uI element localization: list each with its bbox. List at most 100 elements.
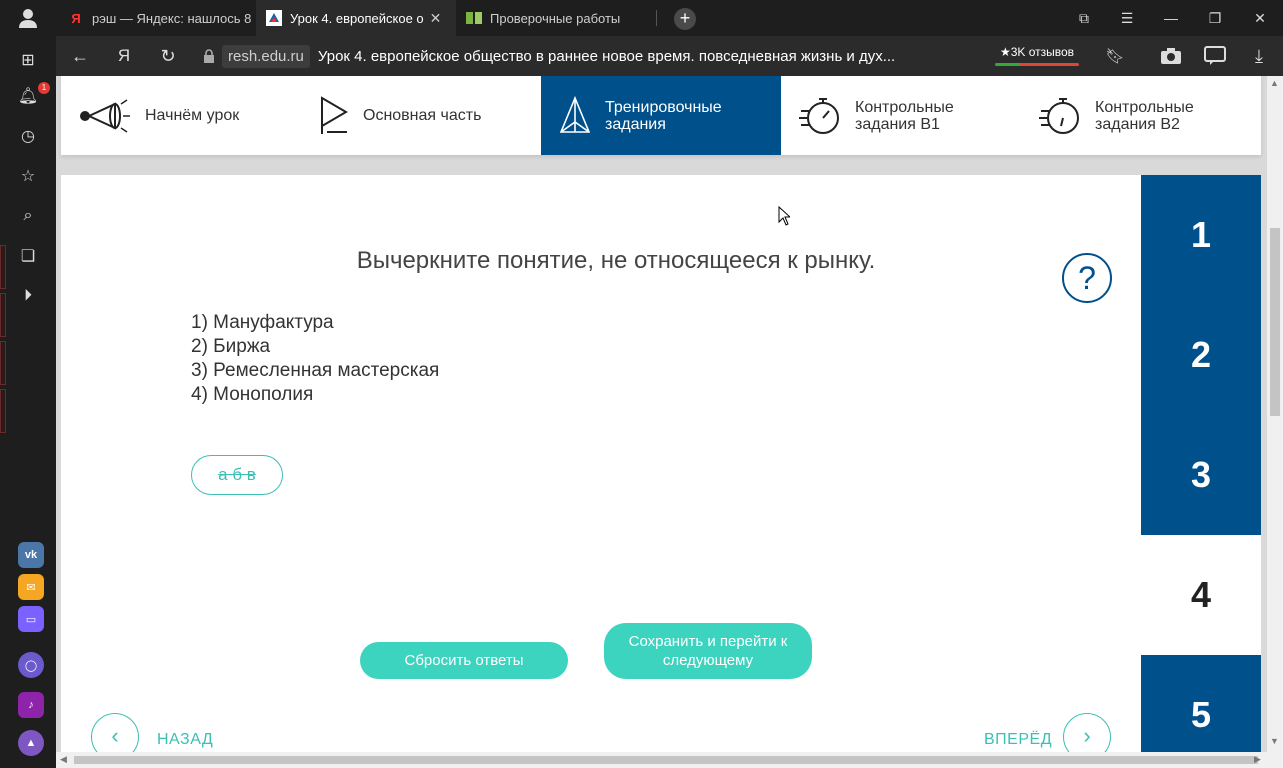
- bookmark-button[interactable]: 🔖︎: [1093, 36, 1137, 76]
- scroll-right-icon[interactable]: ▶: [1254, 754, 1261, 765]
- tab-label: Контрольные задания В1: [855, 98, 954, 133]
- horizontal-scrollbar[interactable]: ◀ ▶: [56, 752, 1283, 768]
- tab-label: Контрольные задания В2: [1095, 98, 1194, 133]
- user-icon: [19, 9, 37, 28]
- option-item[interactable]: 4) Монополия: [191, 383, 439, 407]
- tabs-menu-button[interactable]: ⧉: [1062, 0, 1106, 36]
- tab-control-b1[interactable]: Контрольные задания В1: [781, 76, 1021, 155]
- vertical-scrollbar[interactable]: ▲ ▼: [1267, 76, 1283, 752]
- next-label[interactable]: ВПЕРЁД: [984, 731, 1052, 749]
- prev-label[interactable]: НАЗАД: [157, 731, 213, 749]
- page-viewport: Начнём урок Основная часть Тренировочные…: [56, 76, 1267, 752]
- option-item[interactable]: 2) Биржа: [191, 335, 439, 359]
- question-number-1[interactable]: 1: [1141, 175, 1261, 295]
- tab-yandex-search[interactable]: Я рэш — Яндекс: нашлось 8: [58, 0, 256, 36]
- download-icon: ⤓: [1255, 45, 1263, 66]
- yandex-icon: Я: [71, 10, 81, 26]
- clock-icon: ◷: [21, 128, 35, 145]
- question-number-2[interactable]: 2: [1141, 295, 1261, 415]
- scroll-down-icon[interactable]: ▼: [1270, 736, 1279, 746]
- video-button[interactable]: ⏵: [16, 284, 40, 308]
- tab-label: рэш — Яндекс: нашлось 8: [92, 10, 252, 26]
- reviews-label: ★3K отзывов: [999, 45, 1075, 59]
- mail-app-button[interactable]: ✉: [18, 574, 44, 600]
- back-button[interactable]: ←: [58, 36, 102, 76]
- option-item[interactable]: 1) Мануфактура: [191, 311, 439, 335]
- book-icon: [466, 10, 482, 26]
- lock-icon: [204, 49, 214, 63]
- url-domain: resh.edu.ru: [222, 44, 310, 68]
- question-number-3[interactable]: 3: [1141, 415, 1261, 535]
- bookmark-icon: 🔖︎: [1105, 48, 1125, 65]
- favorites-button[interactable]: ☆: [16, 164, 40, 188]
- reviews-button[interactable]: ★3K отзывов: [995, 44, 1079, 66]
- url-page-title: Урок 4. европейское общество в раннее но…: [317, 47, 896, 65]
- stopwatch-icon: [799, 97, 839, 134]
- scroll-up-icon[interactable]: ▲: [1270, 78, 1279, 88]
- url-field[interactable]: resh.edu.ru Урок 4. европейское общество…: [196, 43, 976, 69]
- play-circle-icon: ⏵: [23, 287, 32, 304]
- question-number-4[interactable]: 4: [1141, 535, 1261, 655]
- chevron-left-icon: ‹: [111, 723, 119, 748]
- horizontal-scroll-thumb[interactable]: [74, 756, 1258, 764]
- new-tab-button[interactable]: +: [674, 8, 696, 30]
- next-button[interactable]: ›: [1063, 713, 1111, 752]
- tab-label: Основная часть: [363, 107, 482, 124]
- downloads-button[interactable]: ⤓: [1237, 36, 1281, 76]
- restore-button[interactable]: ❐: [1193, 0, 1237, 36]
- hamburger-icon: ☰: [1120, 9, 1134, 26]
- assistant-app-button[interactable]: ▲: [18, 730, 44, 756]
- tab-main-part[interactable]: Основная часть: [301, 76, 541, 155]
- services-button[interactable]: ⊞: [16, 48, 40, 72]
- tab-separator: [656, 10, 657, 26]
- camera-icon: [1161, 48, 1181, 64]
- star-icon: ☆: [20, 168, 36, 185]
- tab-training-tasks[interactable]: Тренировочные задания: [541, 76, 781, 155]
- minimize-button[interactable]: —: [1149, 0, 1193, 36]
- menu-button[interactable]: ☰: [1105, 0, 1149, 36]
- scroll-left-icon[interactable]: ◀: [60, 754, 67, 765]
- tab-checks[interactable]: Проверочные работы: [456, 0, 656, 36]
- save-next-button[interactable]: Сохранить и перейти к следующему: [604, 623, 812, 679]
- vk-app-button[interactable]: vk: [18, 542, 44, 568]
- rating-bar: [995, 63, 1079, 66]
- close-icon[interactable]: ✕: [430, 10, 442, 27]
- resh-icon: [266, 10, 282, 26]
- music-app-button[interactable]: ♪: [18, 692, 44, 718]
- vertical-scroll-thumb[interactable]: [1270, 228, 1280, 416]
- help-button[interactable]: ?: [1062, 253, 1112, 303]
- tab-label: Начнём урок: [145, 107, 240, 124]
- tab-start-lesson[interactable]: Начнём урок: [61, 76, 301, 155]
- reset-answers-button[interactable]: Сбросить ответы: [360, 642, 568, 679]
- tab-label: Проверочные работы: [490, 10, 621, 26]
- history-button[interactable]: ◷: [16, 124, 40, 148]
- screenshot-button[interactable]: [1149, 36, 1193, 76]
- tab-control-b2[interactable]: Контрольные задания В2: [1021, 76, 1261, 155]
- tab-label: Тренировочные задания: [605, 98, 722, 133]
- tab-lesson[interactable]: Урок 4. европейское о ✕: [256, 0, 456, 36]
- translate-button[interactable]: [1193, 36, 1237, 76]
- notifications-button[interactable]: 🔔︎: [16, 84, 40, 108]
- vk-icon: vk: [24, 549, 38, 561]
- lens-button[interactable]: ⌕: [16, 204, 40, 228]
- mouse-cursor-icon: [778, 206, 790, 226]
- collections-button[interactable]: ❏: [16, 244, 40, 268]
- question-numbers: 1 2 3 4 5: [1141, 175, 1261, 752]
- bell-icon: 🔔︎: [17, 88, 39, 105]
- yandex-button[interactable]: Я: [102, 36, 146, 76]
- close-window-button[interactable]: ✕: [1238, 0, 1282, 36]
- prev-button[interactable]: ‹: [91, 713, 139, 752]
- option-item[interactable]: 3) Ремесленная мастерская: [191, 359, 439, 383]
- mail-icon: ✉: [26, 581, 36, 594]
- play-icon: [321, 95, 348, 134]
- answer-chip[interactable]: а б в: [191, 455, 283, 495]
- alice-app-button[interactable]: ◯: [18, 652, 44, 678]
- question-number-5[interactable]: 5: [1141, 655, 1261, 752]
- task-panel: Вычеркните понятие, не относящееся к рын…: [61, 175, 1141, 752]
- reload-button[interactable]: ↻: [146, 36, 190, 76]
- messenger-app-button[interactable]: ▭: [18, 606, 44, 632]
- profile-button[interactable]: [0, 0, 56, 36]
- question-text: Вычеркните понятие, не относящееся к рын…: [356, 247, 876, 274]
- yandex-icon: Я: [117, 46, 131, 65]
- megaphone-icon: [80, 98, 130, 133]
